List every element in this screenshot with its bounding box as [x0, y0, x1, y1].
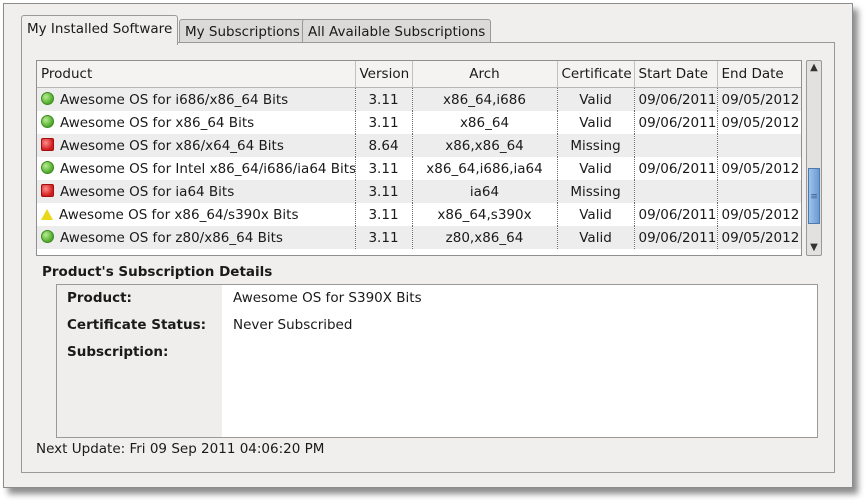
certificate-cell: Valid — [557, 226, 635, 249]
start-date-cell — [634, 180, 718, 203]
missing-status-icon — [41, 137, 54, 151]
start-date-cell: 09/06/2011 — [634, 111, 718, 134]
installed-products-table: Product Version Arch Certificate Start D… — [36, 60, 802, 256]
scroll-up-arrow-icon[interactable]: ▲ — [807, 61, 821, 75]
version-cell: 3.11 — [355, 203, 413, 226]
certificate-cell: Missing — [557, 180, 635, 203]
next-update-status: Next Update: Fri 09 Sep 2011 04:06:20 PM — [36, 441, 325, 457]
tab-my-subscriptions[interactable]: My Subscriptions — [179, 19, 306, 44]
main-window: My Installed Software My Subscriptions A… — [3, 3, 853, 488]
tab-all-available-subscriptions[interactable]: All Available Subscriptions — [302, 19, 492, 44]
scroll-down-arrow-icon[interactable]: ▼ — [807, 241, 821, 255]
column-header-version[interactable]: Version — [355, 61, 413, 88]
version-cell: 3.11 — [355, 226, 413, 249]
end-date-cell — [717, 134, 801, 157]
valid-status-icon — [41, 160, 54, 174]
certificate-cell: Valid — [557, 111, 635, 134]
missing-status-icon — [41, 183, 54, 197]
arch-cell: x86_64,s390x — [412, 203, 558, 226]
certificate-cell: Valid — [557, 203, 635, 226]
product-name: Awesome OS for i686/x86_64 Bits — [60, 91, 289, 108]
arch-cell: z80,x86_64 — [412, 226, 558, 249]
end-date-cell: 09/05/2012 — [721, 206, 800, 223]
arch-cell: x86_64,i686,ia64 — [412, 157, 558, 180]
end-date-cell: 09/05/2012 — [721, 114, 800, 131]
version-cell: 3.11 — [355, 180, 413, 203]
valid-status-icon — [41, 229, 54, 243]
column-header-certificate[interactable]: Certificate — [557, 61, 635, 88]
product-label: Product: — [67, 290, 132, 306]
table-row[interactable]: Awesome OS for z80/x86_64 Bits 3.11 z80,… — [37, 226, 801, 249]
subscription-details-box: Product: Awesome OS for S390X Bits Certi… — [56, 284, 818, 438]
product-name: Awesome OS for x86_64 Bits — [60, 114, 255, 131]
table-row[interactable]: Awesome OS for x86_64/s390x Bits 3.11 x8… — [37, 203, 801, 226]
arch-cell: x86_64,i686 — [412, 87, 558, 111]
end-date-cell: 09/05/2012 — [721, 160, 800, 177]
product-name: Awesome OS for ia64 Bits — [60, 183, 235, 200]
table-scrollbar[interactable]: ▲ ≡ ▼ — [806, 60, 822, 256]
product-value: Awesome OS for S390X Bits — [233, 290, 422, 306]
column-header-end-date[interactable]: End Date — [717, 61, 801, 88]
product-name: Awesome OS for x86/x64_64 Bits — [60, 137, 284, 154]
table-row[interactable]: Awesome OS for i686/x86_64 Bits 3.11 x86… — [37, 87, 801, 111]
scrollbar-thumb[interactable]: ≡ — [808, 168, 820, 224]
start-date-cell — [634, 134, 718, 157]
column-header-product[interactable]: Product — [37, 61, 356, 88]
version-cell: 8.64 — [355, 134, 413, 157]
table-row[interactable]: Awesome OS for Intel x86_64/i686/ia64 Bi… — [37, 157, 801, 180]
column-header-start-date[interactable]: Start Date — [634, 61, 718, 88]
arch-cell: ia64 — [412, 180, 558, 203]
table-header-row: Product Version Arch Certificate Start D… — [37, 61, 801, 88]
certificate-cell: Valid — [557, 87, 635, 111]
warning-status-icon — [41, 208, 53, 220]
version-cell: 3.11 — [355, 87, 413, 111]
certificate-cell: Valid — [557, 157, 635, 180]
table-row[interactable]: Awesome OS for ia64 Bits 3.11 ia64 Missi… — [37, 180, 801, 203]
start-date-cell: 09/06/2011 — [634, 87, 718, 111]
installed-software-panel: Product Version Arch Certificate Start D… — [21, 42, 835, 473]
start-date-cell: 09/06/2011 — [634, 157, 718, 180]
arch-cell: x86,x86_64 — [412, 134, 558, 157]
product-name: Awesome OS for z80/x86_64 Bits — [60, 229, 283, 246]
end-date-cell: 09/05/2012 — [717, 226, 801, 249]
column-header-arch[interactable]: Arch — [412, 61, 558, 88]
start-date-cell: 09/06/2011 — [634, 203, 718, 226]
certificate-status-value: Never Subscribed — [233, 317, 353, 333]
subscription-details-title: Product's Subscription Details — [42, 264, 273, 280]
start-date-cell: 09/06/2011 — [634, 226, 718, 249]
valid-status-icon — [41, 91, 54, 105]
certificate-cell: Missing — [557, 134, 635, 157]
end-date-cell — [717, 180, 801, 203]
version-cell: 3.11 — [355, 111, 413, 134]
product-name: Awesome OS for Intel x86_64/i686/ia64 Bi… — [60, 160, 355, 177]
product-name: Awesome OS for x86_64/s390x Bits — [59, 206, 299, 223]
valid-status-icon — [41, 114, 54, 128]
arch-cell: x86_64 — [412, 111, 558, 134]
end-date-cell: 09/05/2012 — [717, 87, 801, 111]
table-row[interactable]: Awesome OS for x86_64 Bits 3.11 x86_64 V… — [37, 111, 801, 134]
certificate-status-label: Certificate Status: — [67, 317, 207, 333]
tab-my-installed-software[interactable]: My Installed Software — [21, 15, 179, 45]
table-row[interactable]: Awesome OS for x86/x64_64 Bits 8.64 x86,… — [37, 134, 801, 157]
version-cell: 3.11 — [355, 157, 413, 180]
subscription-label: Subscription: — [67, 344, 169, 360]
